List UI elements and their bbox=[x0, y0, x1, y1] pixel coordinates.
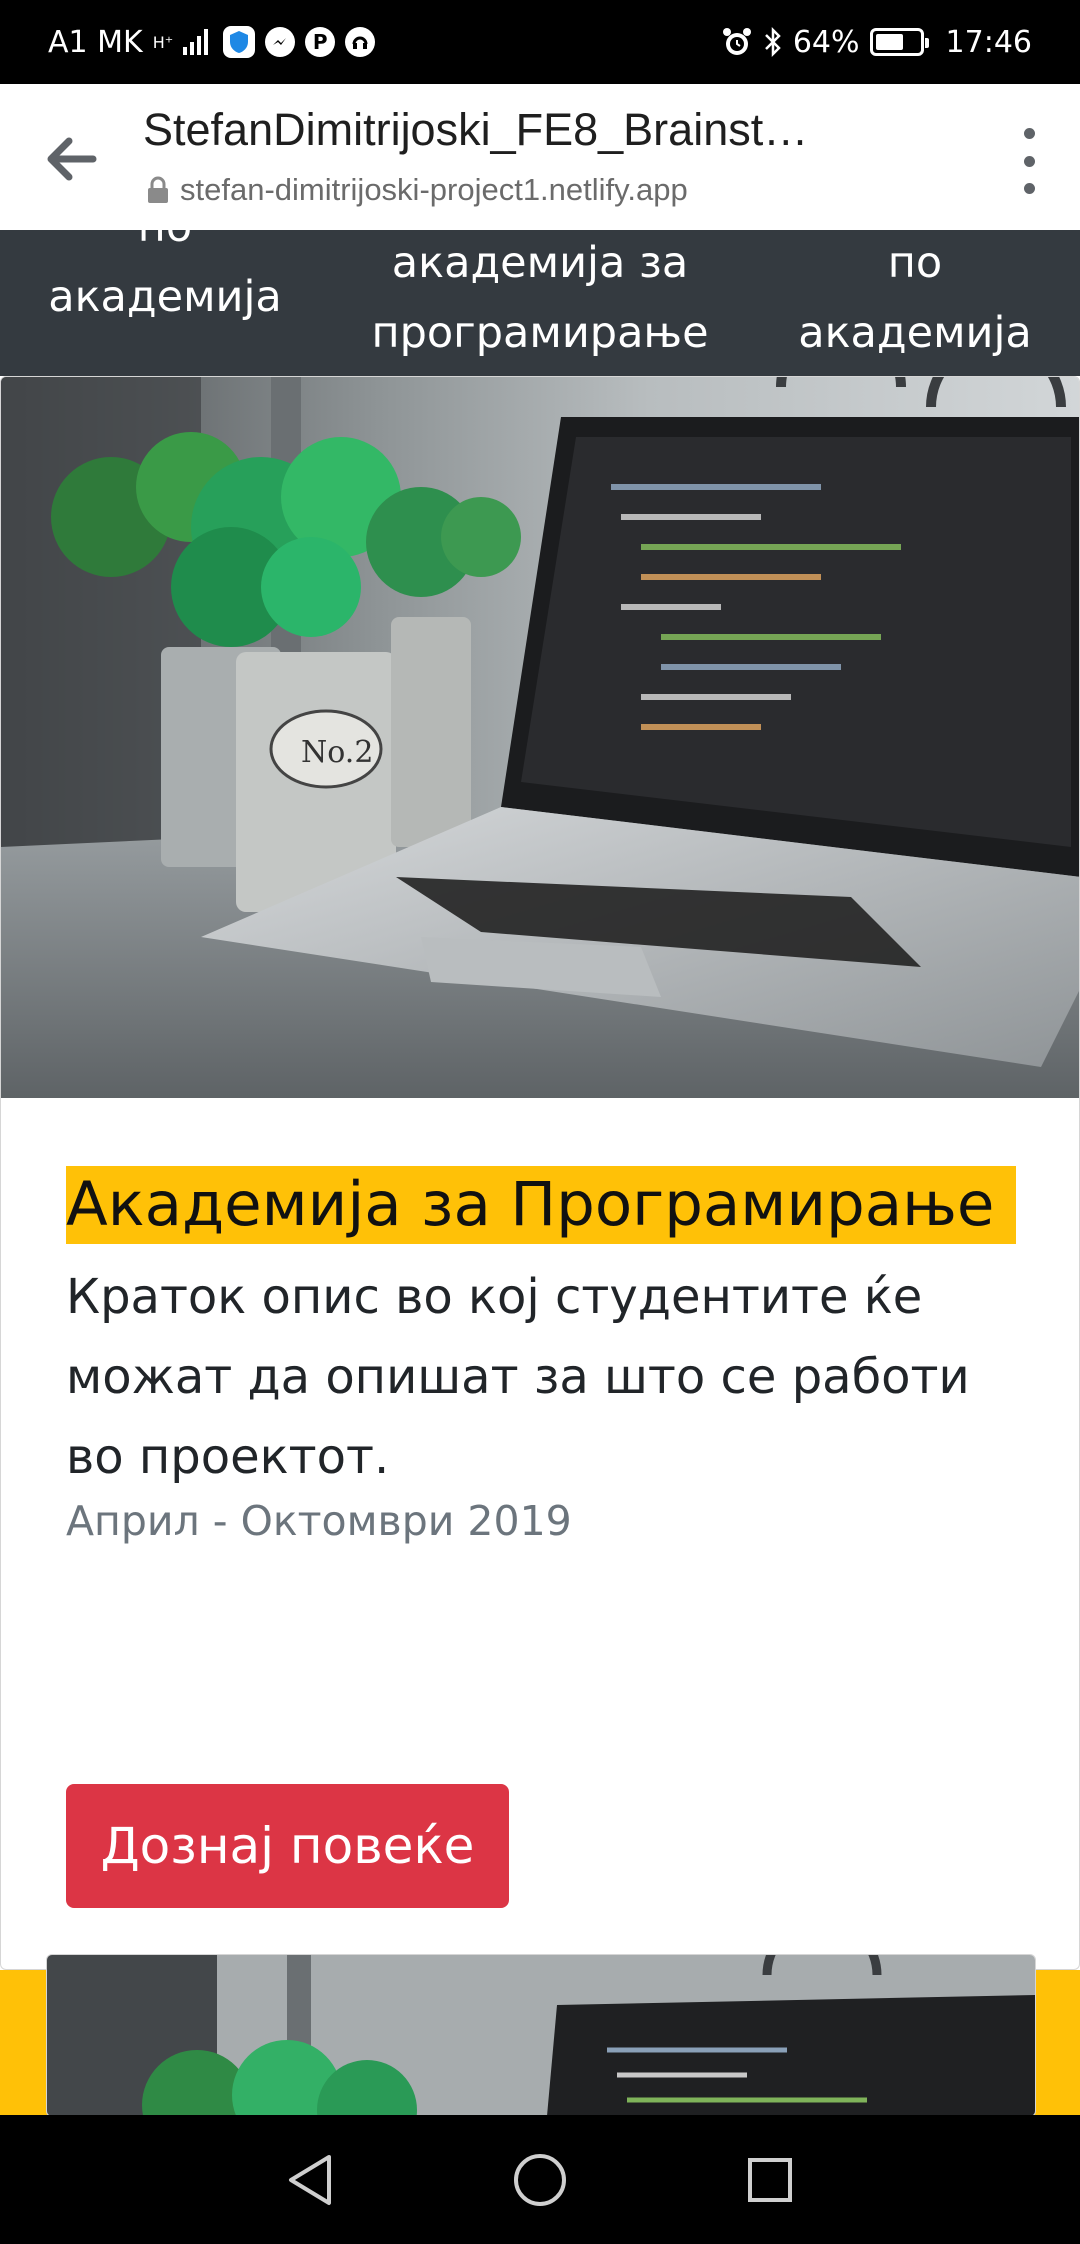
nav-item-2[interactable]: академија за програмирање bbox=[350, 230, 730, 368]
card-date: Април - Октомври 2019 bbox=[66, 1497, 572, 1545]
headset-app-icon bbox=[345, 27, 376, 57]
battery-icon bbox=[869, 28, 929, 56]
project-card: No.2 Академија за Програмирање Краток оп… bbox=[0, 376, 1080, 1970]
nav-item-1[interactable]: по академија bbox=[30, 230, 300, 332]
nav-item-line: по bbox=[887, 238, 943, 288]
status-bar: A1 MK H⁺ P 64% 17:46 bbox=[0, 0, 1080, 84]
system-nav-bar bbox=[0, 2115, 1080, 2244]
nav-item-3[interactable]: по академија bbox=[780, 230, 1050, 368]
nav-recents-button[interactable] bbox=[740, 2150, 800, 2210]
back-button[interactable] bbox=[36, 124, 106, 194]
triangle-back-icon bbox=[289, 2154, 331, 2205]
signal-icon bbox=[183, 29, 213, 55]
square-recents-icon bbox=[748, 2157, 792, 2202]
pinterest-icon: P bbox=[305, 27, 336, 57]
page-title[interactable]: StefanDimitrijoski_FE8_Brainst… bbox=[143, 104, 863, 156]
nav-item-line: програмирање bbox=[371, 308, 709, 358]
shield-icon bbox=[223, 26, 256, 58]
nav-item-line: академија bbox=[48, 272, 282, 322]
overflow-menu-button[interactable] bbox=[1014, 128, 1044, 194]
bluetooth-icon bbox=[763, 26, 783, 58]
battery-percent: 64% bbox=[792, 24, 860, 60]
nav-home-button[interactable] bbox=[510, 2150, 570, 2210]
browser-toolbar: StefanDimitrijoski_FE8_Brainst… stefan-d… bbox=[0, 84, 1080, 230]
nav-item-line: академија за bbox=[391, 238, 689, 288]
network-type: H⁺ bbox=[152, 32, 174, 52]
menu-dot-icon bbox=[1023, 183, 1035, 194]
nav-item-line: академија bbox=[798, 308, 1032, 358]
alarm-icon bbox=[721, 26, 753, 58]
status-left: A1 MK H⁺ P bbox=[48, 24, 376, 60]
carrier-label: A1 MK bbox=[48, 24, 143, 60]
messenger-icon bbox=[265, 27, 296, 57]
laptop-photo: No.2 bbox=[1, 377, 1079, 1098]
category-nav: по академија академија за програмирање п… bbox=[0, 230, 1080, 376]
card-description: Краток опис во кој студентите ќе можат д… bbox=[66, 1269, 970, 1485]
status-right: 64% 17:46 bbox=[721, 25, 1032, 60]
next-project-card[interactable] bbox=[46, 1954, 1036, 2117]
nav-item-line: по bbox=[30, 230, 300, 262]
url-text: stefan-dimitrijoski-project1.netlify.app bbox=[180, 172, 688, 207]
laptop-photo bbox=[47, 1955, 1035, 2116]
clock: 17:46 bbox=[945, 24, 1032, 60]
menu-dot-icon bbox=[1023, 128, 1035, 139]
lock-icon bbox=[148, 176, 168, 203]
circle-home-icon bbox=[514, 2153, 566, 2206]
card-title: Академија за Програмирање bbox=[66, 1166, 1016, 1244]
menu-dot-icon bbox=[1023, 155, 1035, 167]
svg-text:No.2: No.2 bbox=[301, 735, 373, 770]
learn-more-button[interactable]: Дознај повеќе bbox=[66, 1784, 509, 1908]
arrow-left-icon bbox=[47, 137, 97, 181]
url-display[interactable]: stefan-dimitrijoski-project1.netlify.app bbox=[146, 172, 688, 208]
nav-back-button[interactable] bbox=[280, 2150, 340, 2210]
